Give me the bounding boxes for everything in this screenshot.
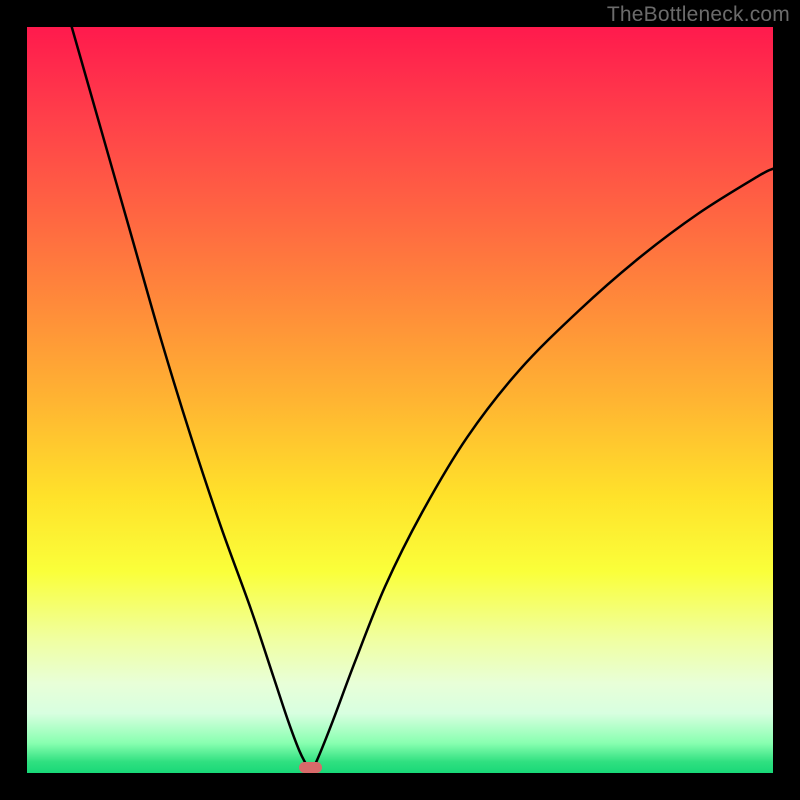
plot-area (27, 27, 773, 773)
curve-left-branch (72, 27, 311, 773)
bottleneck-curve (27, 27, 773, 773)
curve-right-branch (310, 169, 773, 773)
chart-frame: TheBottleneck.com (0, 0, 800, 800)
minimum-marker (299, 762, 321, 773)
watermark-text: TheBottleneck.com (607, 3, 790, 27)
